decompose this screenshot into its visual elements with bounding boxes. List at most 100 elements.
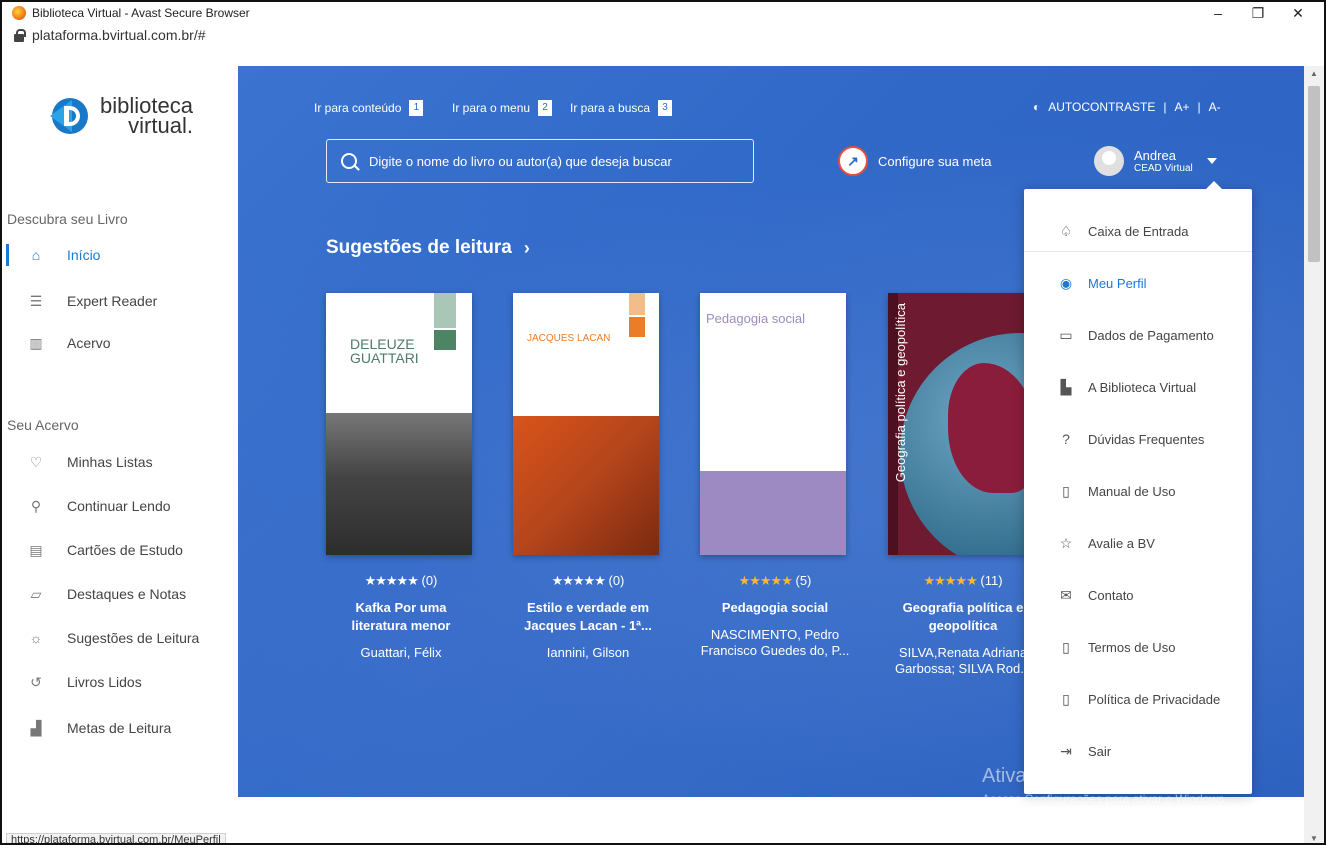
user-menu-toggle[interactable]: Andrea CEAD Virtual [1094,146,1217,176]
goal-label: Configure sua meta [878,153,992,169]
menu-item-duvidas-frequentes[interactable]: ? Dúvidas Frequentes [1024,413,1252,465]
menu-divider [1024,251,1252,252]
history-icon: ↺ [30,673,42,690]
scrollbar-thumb[interactable] [1308,86,1320,262]
menu-item-label: Dados de Pagamento [1088,327,1214,343]
sidebar-item-destaques-e-notas[interactable]: ▱ Destaques e Notas [2,579,238,609]
skip-link-label: Ir para a busca [570,101,651,115]
site-logo[interactable]: biblioteca virtual. [50,94,193,138]
menu-item-label: Avalie a BV [1088,535,1155,551]
book-card[interactable]: Pedagogia social ★★★★★ (5) Pedagogia soc… [700,293,850,659]
lock-icon [14,28,26,42]
sidebar-section-collection: Seu Acervo [7,417,79,433]
menu-item-meu-perfil[interactable]: ◉ Meu Perfil [1024,257,1252,309]
book-cover[interactable]: JACQUES LACAN [513,293,659,555]
cover-photo [513,416,659,555]
status-bar-url: https://plataforma.bvirtual.com.br/MeuPe… [6,833,226,843]
sidebar-item-inicio[interactable]: ⌂ Início [2,240,238,270]
menu-item-label: Meu Perfil [1088,275,1147,291]
book-author: Guattari, Félix [360,645,442,660]
sidebar-item-continuar-lendo[interactable]: ⚲ Continuar Lendo [2,491,238,521]
sidebar-item-cartoes-de-estudo[interactable]: ▤ Cartões de Estudo [2,535,238,565]
book-title[interactable]: Estilo e verdade em Jacques Lacan - 1ª..… [513,599,663,635]
sidebar-item-acervo[interactable]: ▥ Acervo [2,328,238,358]
user-organization: CEAD Virtual [1134,163,1193,174]
sidebar-item-livros-lidos[interactable]: ↺ Livros Lidos [2,667,238,697]
star-icon: ☆ [1059,534,1073,551]
menu-item-avalie-a-bv[interactable]: ☆ Avalie a BV [1024,517,1252,569]
logo-line2: virtual. [128,113,193,138]
scroll-up-icon[interactable]: ▲ [1304,66,1324,82]
reader-icon: ⚲ [30,497,42,514]
section-title-sugestoes[interactable]: Sugestões de leitura › [326,237,530,259]
menu-item-dados-de-pagamento[interactable]: ▭ Dados de Pagamento [1024,309,1252,361]
bulb-icon: ☼ [29,630,43,646]
section-title-text: Sugestões de leitura [326,237,512,258]
sidebar: biblioteca virtual. Descubra seu Livro ⌂… [2,66,238,843]
rating-stars-icon: ★★★★★ [738,573,793,588]
user-dropdown-menu: ♤ Caixa de Entrada ◉ Meu Perfil ▭ Dados … [1024,181,1252,794]
address-bar[interactable]: plataforma.bvirtual.com.br/# [2,24,1324,46]
search-icon [341,153,357,169]
avatar [1094,146,1124,176]
sidebar-item-sugestoes-de-leitura[interactable]: ☼ Sugestões de Leitura [2,623,238,653]
search-box[interactable] [326,139,754,183]
rating-stars-icon: ★★★★★ [364,573,419,588]
help-icon: ? [1062,431,1070,447]
rating-count: (11) [980,573,1003,588]
contrast-icon: ◐ [1033,100,1041,114]
configure-goal-button[interactable]: ↗ Configure sua meta [838,146,991,176]
rating-stars-icon: ★★★★★ [551,573,606,588]
sidebar-item-metas-de-leitura[interactable]: ▟ Metas de Leitura [2,713,238,743]
book-title[interactable]: Kafka Por uma literatura menor [326,599,476,635]
cover-text: DELEUZE GUATTARI [350,336,419,366]
autocontrast-button[interactable]: AUTOCONTRASTE [1048,100,1155,114]
menu-item-label: Política de Privacidade [1088,691,1221,707]
sidebar-item-expert-reader[interactable]: ☰ Expert Reader [2,286,238,316]
menu-item-sair[interactable]: ⇥ Sair [1024,725,1252,777]
logo-mark-icon [50,94,94,138]
chevron-down-icon [1206,158,1217,164]
book-cover[interactable]: Geografia política e geopolítica [888,293,1034,555]
book-cover[interactable]: DELEUZE GUATTARI [326,293,472,555]
book-card[interactable]: JACQUES LACAN ★★★★★ (0) Estilo e verdade… [513,293,663,661]
restore-button[interactable]: ❐ [1238,2,1278,24]
sidebar-item-minhas-listas[interactable]: ♡ Minhas Listas [2,447,238,477]
menu-item-manual-de-uso[interactable]: ▯ Manual de Uso [1024,465,1252,517]
menu-item-contato[interactable]: ✉ Contato [1024,569,1252,621]
sidebar-item-label: Metas de Leitura [67,720,172,736]
font-decrease-button[interactable]: A- [1209,100,1221,114]
skip-link-menu[interactable]: Ir para o menu 2 [452,100,553,116]
about-icon: ▙ [1060,378,1072,395]
address-url[interactable]: plataforma.bvirtual.com.br/# [32,27,206,43]
menu-item-termos-de-uso[interactable]: ▯ Termos de Uso [1024,621,1252,673]
scroll-down-icon[interactable]: ▼ [1304,831,1324,843]
separator: | [1197,100,1201,114]
skip-link-number: 2 [538,100,553,116]
minimize-button[interactable]: – [1198,2,1238,24]
menu-item-caixa-de-entrada[interactable]: ♤ Caixa de Entrada [1024,205,1252,257]
vertical-scrollbar[interactable]: ▲ ▼ [1304,66,1324,843]
mail-icon: ✉ [1060,586,1072,603]
rating-stars-icon: ★★★★★ [923,573,977,588]
menu-item-a-biblioteca-virtual[interactable]: ▙ A Biblioteca Virtual [1024,361,1252,413]
close-button[interactable]: ✕ [1278,2,1318,24]
book-cover[interactable]: Pedagogia social [700,293,846,555]
font-increase-button[interactable]: A+ [1175,100,1190,114]
menu-item-politica-de-privacidade[interactable]: ▯ Política de Privacidade [1024,673,1252,725]
menu-item-label: Termos de Uso [1088,639,1176,655]
skip-link-content[interactable]: Ir para conteúdo 1 [314,100,424,116]
search-input[interactable] [369,153,729,169]
book-title[interactable]: Geografia política e geopolítica [888,599,1038,635]
menu-item-label: Caixa de Entrada [1088,223,1189,239]
book-title[interactable]: Pedagogia social [700,599,850,617]
skip-link-search[interactable]: Ir para a busca 3 [570,100,673,116]
book-card[interactable]: DELEUZE GUATTARI ★★★★★ (0) Kafka Por uma… [326,293,476,661]
window-title: Biblioteca Virtual - Avast Secure Browse… [32,6,250,20]
sidebar-item-label: Sugestões de Leitura [67,630,200,646]
skip-link-number: 3 [658,100,673,116]
rating-count: (0) [421,573,438,588]
skip-link-number: 1 [409,100,424,116]
book-card[interactable]: Geografia política e geopolítica ★★★★★ (… [888,293,1038,677]
menu-item-label: A Biblioteca Virtual [1088,379,1197,395]
